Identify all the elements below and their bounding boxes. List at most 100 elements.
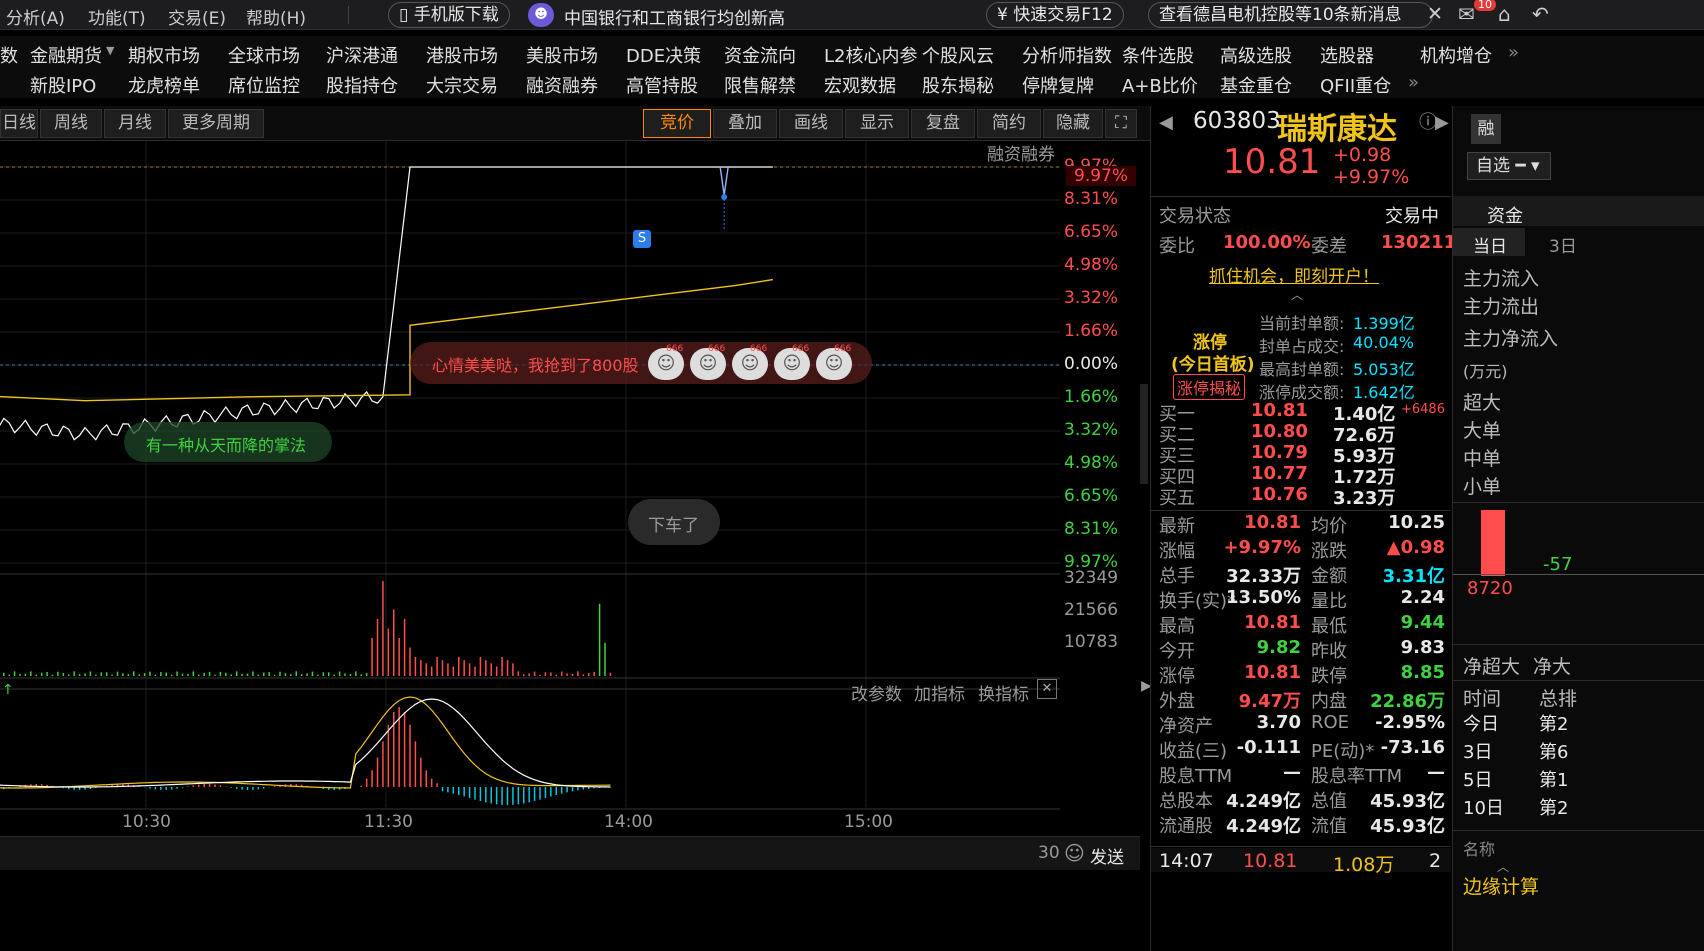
auction-button[interactable]: 竞价 — [643, 109, 711, 138]
news-alert[interactable]: 查看德昌电机控股等10条新消息 — [1148, 2, 1433, 28]
comment-bubble[interactable]: 有一种从天而降的掌法 — [124, 422, 332, 462]
nav-ab-ratio[interactable]: A+B比价 — [1122, 72, 1198, 98]
collapse-up-icon[interactable]: ︿ — [1291, 286, 1303, 303]
mobile-download-button[interactable]: ▯ 手机版下载 — [388, 2, 510, 28]
nav-index-position[interactable]: 股指持仓 — [326, 72, 398, 98]
period-daily[interactable]: 日线 — [0, 109, 38, 138]
stat-value: -2.95% — [1375, 712, 1445, 733]
nav-margin[interactable]: 融资融券 — [526, 72, 598, 98]
hide-button[interactable]: 隐藏 — [1043, 109, 1103, 138]
tick-volume: 1.08万 — [1333, 854, 1395, 876]
news-headline[interactable]: 中国银行和工商银行均创新高 — [564, 4, 785, 29]
overlay-button[interactable]: 叠加 — [713, 109, 777, 138]
replay-button[interactable]: 复盘 — [911, 109, 975, 138]
more-chevron-icon[interactable]: » — [1508, 42, 1519, 63]
period-more[interactable]: 更多周期 — [168, 109, 264, 138]
nav-seat-monitor[interactable]: 席位监控 — [228, 72, 300, 98]
robot-assistant-icon[interactable]: ☻ — [528, 3, 554, 27]
nav-global[interactable]: 全球市场 — [228, 42, 300, 68]
nav-hk[interactable]: 港股市场 — [426, 42, 498, 68]
margin-tag[interactable]: 融 — [1471, 114, 1501, 144]
nav-condition[interactable]: 条件选股 — [1122, 42, 1194, 68]
menu-analysis[interactable]: 分析(A) — [6, 4, 65, 29]
nav-advanced[interactable]: 高级选股 — [1220, 42, 1292, 68]
intraday-chart[interactable]: ↑ — [0, 141, 1140, 841]
stat-label: 今开 — [1159, 641, 1195, 662]
tick-price: 10.81 — [1243, 850, 1298, 872]
mail-icon[interactable]: ✉ — [1458, 2, 1475, 26]
nav-screener[interactable]: 选股器 — [1320, 42, 1374, 68]
send-button[interactable]: 发送 — [1090, 843, 1124, 868]
period-weekly[interactable]: 周线 — [40, 109, 102, 138]
nav-connect[interactable]: 沪深港通 — [326, 42, 398, 68]
nav-unlock[interactable]: 限售解禁 — [724, 72, 796, 98]
nav-dde[interactable]: DDE决策 — [626, 42, 701, 68]
bid-price: 10.77 — [1251, 463, 1308, 484]
menu-trade[interactable]: 交易(E) — [168, 4, 226, 29]
splitter[interactable] — [1140, 384, 1148, 484]
bid-change: +6486 — [1401, 402, 1445, 417]
tab-capital[interactable]: 资金 — [1487, 202, 1523, 228]
add-indicator-button[interactable]: 加指标 — [914, 680, 965, 705]
price-axis-label: 1.66% — [1064, 387, 1119, 407]
nav-suspension[interactable]: 停牌复牌 — [1022, 72, 1094, 98]
nav-shareholder[interactable]: 股东揭秘 — [922, 72, 994, 98]
nav-item[interactable]: 数 — [0, 42, 18, 68]
tab-today[interactable]: 当日 — [1473, 232, 1507, 257]
nav-stock-wind[interactable]: 个股风云 — [922, 42, 994, 68]
nav-us[interactable]: 美股市场 — [526, 42, 598, 68]
limit-up-subtitle: (今日首板) — [1171, 355, 1255, 375]
stat-label: PE(动)* — [1311, 741, 1375, 762]
nav-l2[interactable]: L2核心内参 — [824, 42, 917, 68]
menu-function[interactable]: 功能(T) — [88, 4, 146, 29]
quick-trade-button[interactable]: ¥ 快速交易F12 — [986, 2, 1124, 28]
nav-analyst[interactable]: 分析师指数 — [1022, 42, 1112, 68]
nav-dragon-tiger[interactable]: 龙虎榜单 — [128, 72, 200, 98]
price-axis-label: 0.00% — [1064, 354, 1119, 374]
open-account-link[interactable]: 抓住机会，即刻开户！ — [1209, 262, 1379, 287]
nav-block-trade[interactable]: 大宗交易 — [426, 72, 498, 98]
fullscreen-icon[interactable]: ⛶ — [1105, 109, 1137, 138]
nav-qfii[interactable]: QFII重仓 — [1320, 72, 1391, 98]
change-indicator-button[interactable]: 换指标 — [978, 680, 1029, 705]
period-monthly[interactable]: 月线 — [104, 109, 166, 138]
emoji-icon[interactable]: ☺ — [1064, 841, 1085, 865]
home-icon[interactable]: ⌂ — [1498, 2, 1511, 26]
edit-params-button[interactable]: 改参数 — [851, 680, 902, 705]
limit-up-reveal-button[interactable]: 涨停揭秘 — [1173, 374, 1246, 400]
nav-row-1: 数 金融期货 期权市场 全球市场 沪深港通 港股市场 美股市场 DDE决策 资金… — [0, 36, 1704, 68]
concept-edge-computing[interactable]: 边缘计算 — [1463, 872, 1539, 899]
comment-bubble[interactable]: 心情美美哒，我抢到了800股 ☺ 666 ☺ 666 ☺ 666 ☺ 666 ☺ 666 — [410, 342, 872, 384]
tab-3day[interactable]: 3日 — [1549, 232, 1577, 257]
bid-price: 10.80 — [1251, 421, 1308, 442]
nav-futures[interactable]: 金融期货 — [30, 42, 102, 68]
price-axis-label: 4.98% — [1064, 255, 1119, 275]
close-icon[interactable]: ✕ — [1427, 3, 1443, 25]
nav-ipo[interactable]: 新股IPO — [30, 72, 96, 98]
comment-text: 下车了 — [648, 516, 699, 536]
stat-value: -73.16 — [1380, 737, 1445, 758]
net-super-bar — [1481, 510, 1505, 576]
signal-marker[interactable]: S — [633, 230, 651, 248]
draw-button[interactable]: 画线 — [779, 109, 843, 138]
back-icon[interactable]: ↶ — [1532, 2, 1549, 26]
simple-button[interactable]: 简约 — [977, 109, 1041, 138]
menu-help[interactable]: 帮助(H) — [246, 4, 306, 29]
comment-bubble[interactable]: 下车了 — [628, 499, 720, 545]
display-button[interactable]: 显示 — [845, 109, 909, 138]
chart-footer — [0, 870, 1140, 951]
more-chevron-icon[interactable]: » — [1408, 72, 1419, 93]
nav-fund-holdings[interactable]: 基金重仓 — [1220, 72, 1292, 98]
stat-value: — — [1427, 762, 1445, 783]
prev-stock-icon[interactable]: ◀ — [1159, 112, 1173, 133]
nav-options[interactable]: 期权市场 — [128, 42, 200, 68]
bid-price: 10.76 — [1251, 484, 1308, 505]
nav-capital-flow[interactable]: 资金流向 — [724, 42, 796, 68]
nav-macro[interactable]: 宏观数据 — [824, 72, 896, 98]
main-net-inflow: 主力净流入 — [1463, 328, 1559, 350]
watchlist-button[interactable]: 自选 ━ ▾ — [1467, 152, 1551, 180]
close-indicator-icon[interactable]: ✕ — [1037, 679, 1057, 699]
next-stock-icon[interactable]: ▶ — [1435, 112, 1449, 133]
nav-executive[interactable]: 高管持股 — [626, 72, 698, 98]
nav-institution[interactable]: 机构增仓 — [1420, 42, 1492, 68]
